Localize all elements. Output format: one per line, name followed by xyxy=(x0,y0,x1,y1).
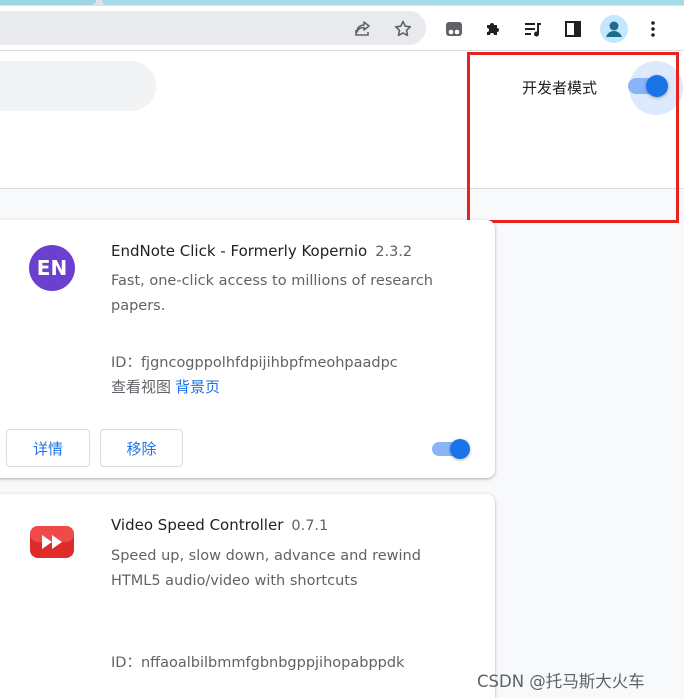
share-icon[interactable] xyxy=(350,16,376,42)
extension-version: 2.3.2 xyxy=(375,244,413,260)
video-speed-controller-logo-icon xyxy=(29,525,75,559)
extension-description: Speed up, slow down, advance and rewind … xyxy=(111,548,421,589)
bookmark-star-icon[interactable] xyxy=(390,16,416,42)
extension-card: EN EndNote Click - Formerly Kopernio 2.3.… xyxy=(0,220,495,478)
extension-title: EndNote Click - Formerly Kopernio 2.3.2 xyxy=(111,242,412,260)
search-extensions-input[interactable] xyxy=(0,61,156,111)
extension-name: Video Speed Controller xyxy=(111,516,284,534)
more-menu-icon[interactable] xyxy=(640,16,666,42)
extension-enable-toggle-knob[interactable] xyxy=(450,439,470,459)
extension-version: 0.7.1 xyxy=(291,518,329,534)
media-controls-icon[interactable] xyxy=(520,16,546,42)
extension-card: Video Speed Controller 0.7.1 Speed up, sl… xyxy=(0,494,495,698)
background-page-link[interactable]: 背景页 xyxy=(175,378,220,396)
tab-search-icon[interactable] xyxy=(441,16,467,42)
extension-name: EndNote Click - Formerly Kopernio xyxy=(111,242,368,260)
extension-title: Video Speed Controller 0.7.1 xyxy=(111,516,328,534)
tab-active[interactable] xyxy=(102,0,684,5)
extensions-page: 开发者模式 EN EndNote Click - Formerly Kopern… xyxy=(0,0,684,698)
inspect-views-label: 查看视图 xyxy=(111,378,172,396)
inspect-views: 查看视图 背景页 xyxy=(111,376,220,397)
extension-id: ID：nffaoalbilbmmfgbnbgppjihopabppdk xyxy=(111,655,405,671)
extensions-puzzle-icon[interactable] xyxy=(480,16,506,42)
remove-button[interactable]: 移除 xyxy=(100,429,183,467)
details-button[interactable]: 详情 xyxy=(6,429,90,467)
endnote-logo-text: EN xyxy=(36,256,68,280)
side-panel-icon[interactable] xyxy=(560,16,586,42)
csdn-watermark: CSDN @托马斯大火车 xyxy=(477,672,645,691)
profile-avatar-icon[interactable] xyxy=(599,14,629,44)
extension-description: Fast, one-click access to millions of re… xyxy=(111,273,433,314)
browser-toolbar xyxy=(0,6,684,51)
extension-id: ID：fjgncogppolhfdpijihbpfmeohpaadpc xyxy=(111,355,398,371)
tab-left[interactable] xyxy=(0,0,96,5)
annotation-highlight-box xyxy=(467,52,679,223)
endnote-click-logo: EN xyxy=(29,245,75,291)
